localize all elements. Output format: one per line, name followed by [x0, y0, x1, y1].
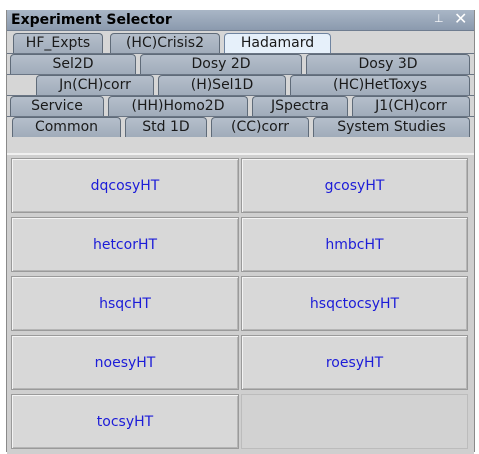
hetcorht-button[interactable]: hetcorHT [11, 217, 239, 272]
hsqcht-button[interactable]: hsqcHT [11, 276, 239, 331]
tab-cc-corr[interactable]: (CC)corr [211, 117, 309, 137]
tab-sel2d[interactable]: Sel2D [10, 54, 136, 74]
tab-jspectra[interactable]: JSpectra [252, 96, 348, 116]
tab-hh-homo2d[interactable]: (HH)Homo2D [108, 96, 248, 116]
tab-hf-expts[interactable]: HF_Expts [13, 33, 103, 53]
pin-icon[interactable]: ⊥ [434, 10, 444, 28]
tab-hc-crisis2[interactable]: (HC)Crisis2 [110, 33, 220, 53]
tab-h-sel1d[interactable]: (H)Sel1D [158, 75, 286, 95]
tab-std-1d[interactable]: Std 1D [125, 117, 207, 137]
hmbcht-button[interactable]: hmbcHT [241, 217, 468, 272]
tab-jn-ch-corr[interactable]: Jn(CH)corr [36, 75, 154, 95]
noesyht-button[interactable]: noesyHT [11, 335, 239, 390]
dqcosyht-button[interactable]: dqcosyHT [11, 158, 239, 213]
roesyht-button[interactable]: roesyHT [241, 335, 468, 390]
tab-dosy-3d[interactable]: Dosy 3D [306, 54, 470, 74]
experiment-selector-window: Experiment Selector ⊥ ✕ HF_Expts (HC)Cri… [6, 9, 475, 454]
tab-system-studies[interactable]: System Studies [313, 117, 470, 137]
tab-j1-ch-corr[interactable]: J1(CH)corr [352, 96, 470, 116]
tab-service[interactable]: Service [10, 96, 104, 116]
tab-common[interactable]: Common [12, 117, 121, 137]
tab-hadamard[interactable]: Hadamard [224, 33, 331, 54]
window-title: Experiment Selector [11, 12, 172, 28]
experiment-panel: dqcosyHT gcosyHT hetcorHT hmbcHT hsqcHT … [7, 153, 474, 454]
hsqctocsyht-button[interactable]: hsqctocsyHT [241, 276, 468, 331]
tocsyht-button[interactable]: tocsyHT [11, 394, 239, 449]
tab-dosy-2d[interactable]: Dosy 2D [140, 54, 302, 74]
title-bar[interactable]: Experiment Selector ⊥ ✕ [7, 9, 474, 31]
empty-grid-cell [241, 394, 468, 449]
close-icon[interactable]: ✕ [454, 9, 467, 29]
gcosyht-button[interactable]: gcosyHT [241, 158, 468, 213]
tab-hc-hettoxys[interactable]: (HC)HetToxys [290, 75, 470, 95]
